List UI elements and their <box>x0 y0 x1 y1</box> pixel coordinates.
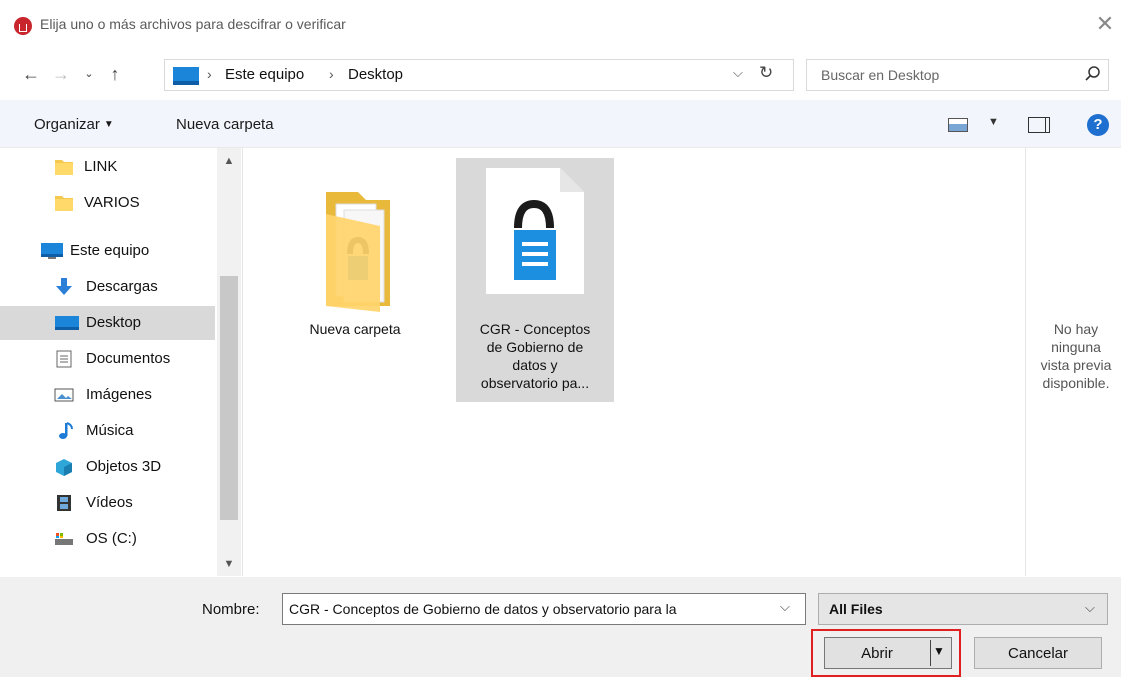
preview-pane-icon[interactable] <box>1028 117 1050 133</box>
dialog-footer: Nombre: CGR - Conceptos de Gobierno de d… <box>0 577 1121 677</box>
sidebar-item-label: Este equipo <box>70 242 150 259</box>
breadcrumb-separator: › <box>207 66 212 82</box>
file-name-line: datos y <box>512 357 558 373</box>
back-arrow-icon[interactable]: ← <box>20 62 42 86</box>
folder-icon <box>55 160 73 175</box>
caret-down-icon[interactable]: ▼ <box>988 116 999 128</box>
file-name-line: observatorio pa... <box>480 375 590 391</box>
close-icon[interactable]: ✕ <box>1093 12 1117 36</box>
file-item-selected[interactable]: CGR - Conceptos de Gobierno de datos y o… <box>456 158 614 402</box>
sidebar-item-label: Música <box>86 422 134 439</box>
preview-line: disponible. <box>1042 375 1110 391</box>
sidebar-item-descargas[interactable]: Descargas <box>0 270 215 304</box>
search-icon[interactable] <box>1084 65 1102 83</box>
sidebar-item-desktop[interactable]: Desktop <box>0 306 215 340</box>
sidebar-item-label: LINK <box>84 158 118 175</box>
preview-line: ninguna <box>1051 339 1101 355</box>
sidebar-item-os-c[interactable]: OS (C:) <box>0 522 215 556</box>
file-name-line: CGR - Conceptos <box>479 321 591 337</box>
navigation-pane: LINK VARIOS Este equipo Descargas Deskto… <box>0 148 243 576</box>
organize-button[interactable]: Organizar ▼ <box>34 116 114 133</box>
sidebar-item-label: Desktop <box>86 314 142 331</box>
computer-icon <box>41 243 63 259</box>
sidebar-item-label: Documentos <box>86 350 171 367</box>
navigation-bar: ← → ⌄ ↑ › Este equipo › Desktop ⌵ ↻ Busc… <box>0 52 1121 98</box>
open-label: Abrir <box>861 645 893 662</box>
chevron-down-icon[interactable]: ⌵ <box>780 599 790 615</box>
preview-message: No hay ninguna vista previa disponible. <box>1026 320 1121 392</box>
search-input[interactable]: Buscar en Desktop <box>806 59 1109 91</box>
file-list: Nueva carpeta CGR - Conceptos de Gobiern… <box>244 148 1024 576</box>
address-bar[interactable]: › Este equipo › Desktop ⌵ ↻ <box>164 59 794 91</box>
sidebar-item-link[interactable]: LINK <box>0 150 215 184</box>
sidebar-item-label: OS (C:) <box>86 530 137 547</box>
sidebar-scrollbar[interactable]: ▲ ▼ <box>217 148 241 576</box>
split-divider <box>930 640 931 666</box>
address-dropdown-icon[interactable]: ⌵ <box>733 65 743 81</box>
breadcrumb-item[interactable]: Desktop <box>348 66 403 83</box>
file-name-line: de Gobierno de <box>486 339 584 355</box>
help-icon[interactable]: ? <box>1087 114 1109 136</box>
filename-value: CGR - Conceptos de Gobierno de datos y o… <box>289 601 677 617</box>
folder-icon <box>55 196 73 211</box>
sidebar-item-musica[interactable]: Música <box>0 414 215 448</box>
drive-icon <box>55 533 73 545</box>
file-name: Nueva carpeta <box>309 321 401 337</box>
cube-icon <box>56 459 72 476</box>
up-arrow-icon[interactable]: ↑ <box>104 62 126 86</box>
cancel-label: Cancelar <box>1007 645 1069 662</box>
sidebar-item-imagenes[interactable]: Imágenes <box>0 378 215 412</box>
scroll-up-icon[interactable]: ▲ <box>217 151 241 171</box>
breadcrumb-separator: › <box>329 66 334 82</box>
file-type-select[interactable]: All Files ⌵ <box>818 593 1108 625</box>
sidebar-item-label: VARIOS <box>84 194 140 211</box>
folder-icon <box>326 192 390 312</box>
title-bar: Elija uno o más archivos para descifrar … <box>0 0 1121 52</box>
forward-arrow-icon[interactable]: → <box>50 62 72 86</box>
caret-down-icon[interactable]: ▼ <box>933 644 947 662</box>
window-title: Elija uno o más archivos para descifrar … <box>40 16 346 32</box>
sidebar-item-label: Objetos 3D <box>86 458 162 475</box>
sidebar-item-label: Imágenes <box>86 386 152 403</box>
sidebar-item-documentos[interactable]: Documentos <box>0 342 215 376</box>
preview-pane: No hay ninguna vista previa disponible. <box>1025 148 1121 576</box>
cancel-button[interactable]: Cancelar <box>974 637 1102 669</box>
sidebar-item-label: Vídeos <box>86 494 133 511</box>
filename-input[interactable]: CGR - Conceptos de Gobierno de datos y o… <box>282 593 806 625</box>
sidebar-item-varios[interactable]: VARIOS <box>0 186 215 220</box>
sidebar-item-label: Descargas <box>86 278 158 295</box>
encrypted-file-icon <box>486 168 584 294</box>
documents-icon <box>56 350 72 368</box>
app-logo-icon <box>14 17 32 35</box>
sidebar-item-videos[interactable]: Vídeos <box>0 486 215 520</box>
filename-label: Nombre: <box>202 601 260 618</box>
file-item-folder[interactable]: Nueva carpeta <box>276 158 434 398</box>
file-type-value: All Files <box>829 601 883 617</box>
caret-down-icon: ▼ <box>103 119 114 130</box>
music-icon <box>59 422 73 439</box>
computer-icon <box>173 67 199 85</box>
search-placeholder: Buscar en Desktop <box>821 67 940 83</box>
desktop-icon <box>55 316 79 330</box>
view-mode-icon[interactable] <box>948 118 968 132</box>
film-icon <box>57 495 71 511</box>
pictures-icon <box>54 388 74 402</box>
chevron-down-icon[interactable]: ⌄ <box>78 62 100 86</box>
preview-line: vista previa <box>1040 357 1112 373</box>
new-folder-button[interactable]: Nueva carpeta <box>176 116 274 133</box>
sidebar-item-objetos-3d[interactable]: Objetos 3D <box>0 450 215 484</box>
scroll-thumb[interactable] <box>220 276 238 520</box>
chevron-down-icon[interactable]: ⌵ <box>1085 600 1095 616</box>
refresh-icon[interactable]: ↻ <box>759 63 773 83</box>
scroll-down-icon[interactable]: ▼ <box>217 554 241 574</box>
open-button[interactable]: Abrir ▼ <box>824 637 952 669</box>
command-bar: Organizar ▼ Nueva carpeta ▼ ? <box>0 100 1121 148</box>
preview-line: No hay <box>1053 321 1099 337</box>
breadcrumb-item[interactable]: Este equipo <box>225 66 304 83</box>
organize-label: Organizar <box>34 116 100 133</box>
sidebar-item-este-equipo[interactable]: Este equipo <box>0 234 215 268</box>
download-icon <box>56 278 72 295</box>
